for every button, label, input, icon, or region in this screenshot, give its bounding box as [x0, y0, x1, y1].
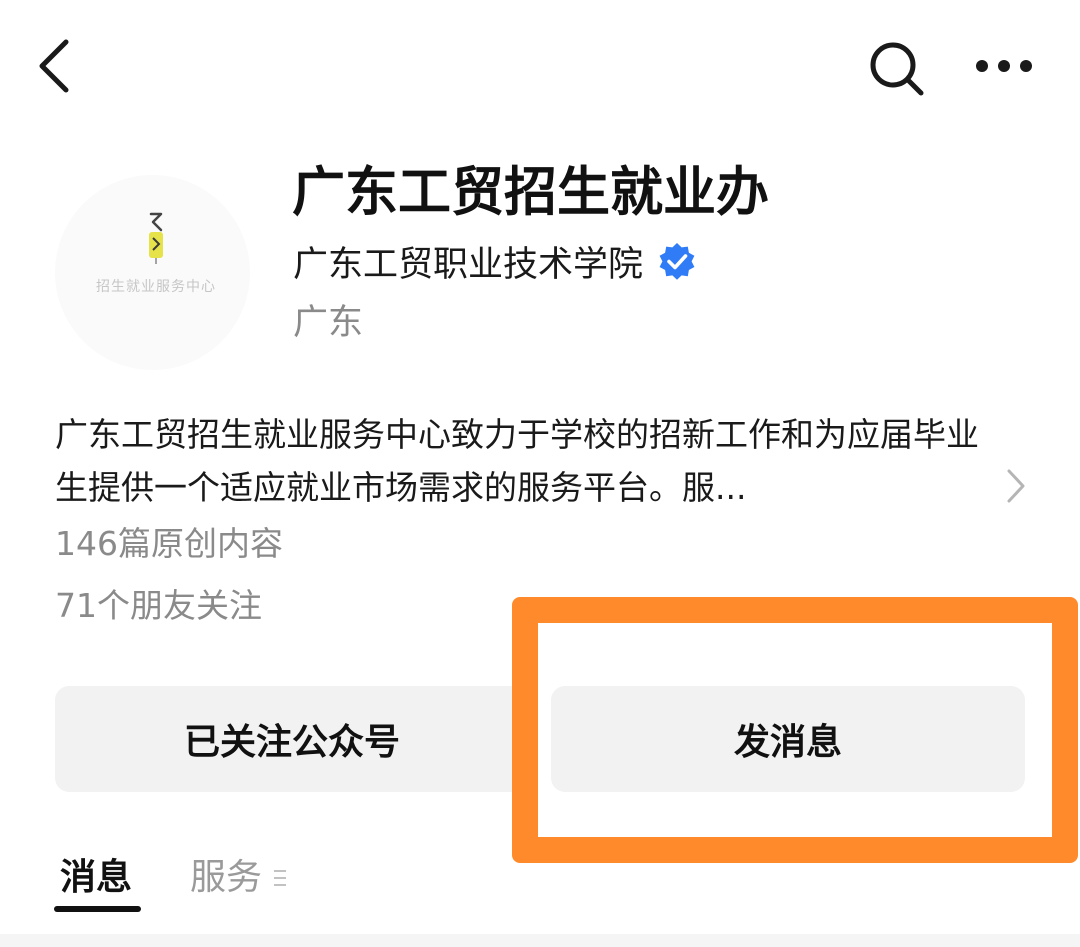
organization-row: 广东工贸职业技术学院	[293, 236, 697, 286]
search-button[interactable]	[862, 34, 932, 104]
tab-messages[interactable]: 消息	[60, 850, 132, 906]
send-message-button[interactable]: 发消息	[551, 686, 1025, 792]
account-description[interactable]: 广东工贸招生就业服务中心致力于学校的招新工作和为应届毕业生提供一个适应就业市场需…	[55, 408, 1015, 514]
chevron-right-icon[interactable]	[1003, 467, 1029, 505]
menu-lines-icon	[274, 870, 287, 886]
account-avatar[interactable]	[55, 175, 250, 370]
verified-badge-icon	[659, 243, 695, 280]
more-horizontal-icon	[976, 60, 1032, 72]
account-name: 广东工贸招生就业办	[292, 162, 769, 223]
region-label: 广东	[293, 303, 364, 343]
section-divider	[0, 934, 1080, 947]
description-text: 广东工贸招生就业服务中心致力于学校的招新工作和为应届毕业生提供一个适应就业市场需…	[55, 415, 979, 507]
chevron-left-icon	[39, 39, 69, 93]
friends-following-count[interactable]: 71个朋友关注	[55, 580, 262, 632]
back-button[interactable]	[22, 34, 86, 98]
tab-services-label: 服务	[190, 857, 263, 898]
more-options-button[interactable]	[966, 40, 1042, 92]
followed-account-button[interactable]: 已关注公众号	[55, 686, 529, 792]
original-articles-count[interactable]: 146篇原创内容	[55, 518, 283, 570]
avatar-caption: 招生就业服务中心	[96, 279, 216, 295]
search-icon	[870, 42, 924, 96]
logo-mark-icon	[149, 212, 163, 264]
organization-name: 广东工贸职业技术学院	[293, 244, 644, 285]
active-tab-indicator	[54, 906, 141, 912]
tab-services[interactable]: 服务	[190, 850, 288, 906]
